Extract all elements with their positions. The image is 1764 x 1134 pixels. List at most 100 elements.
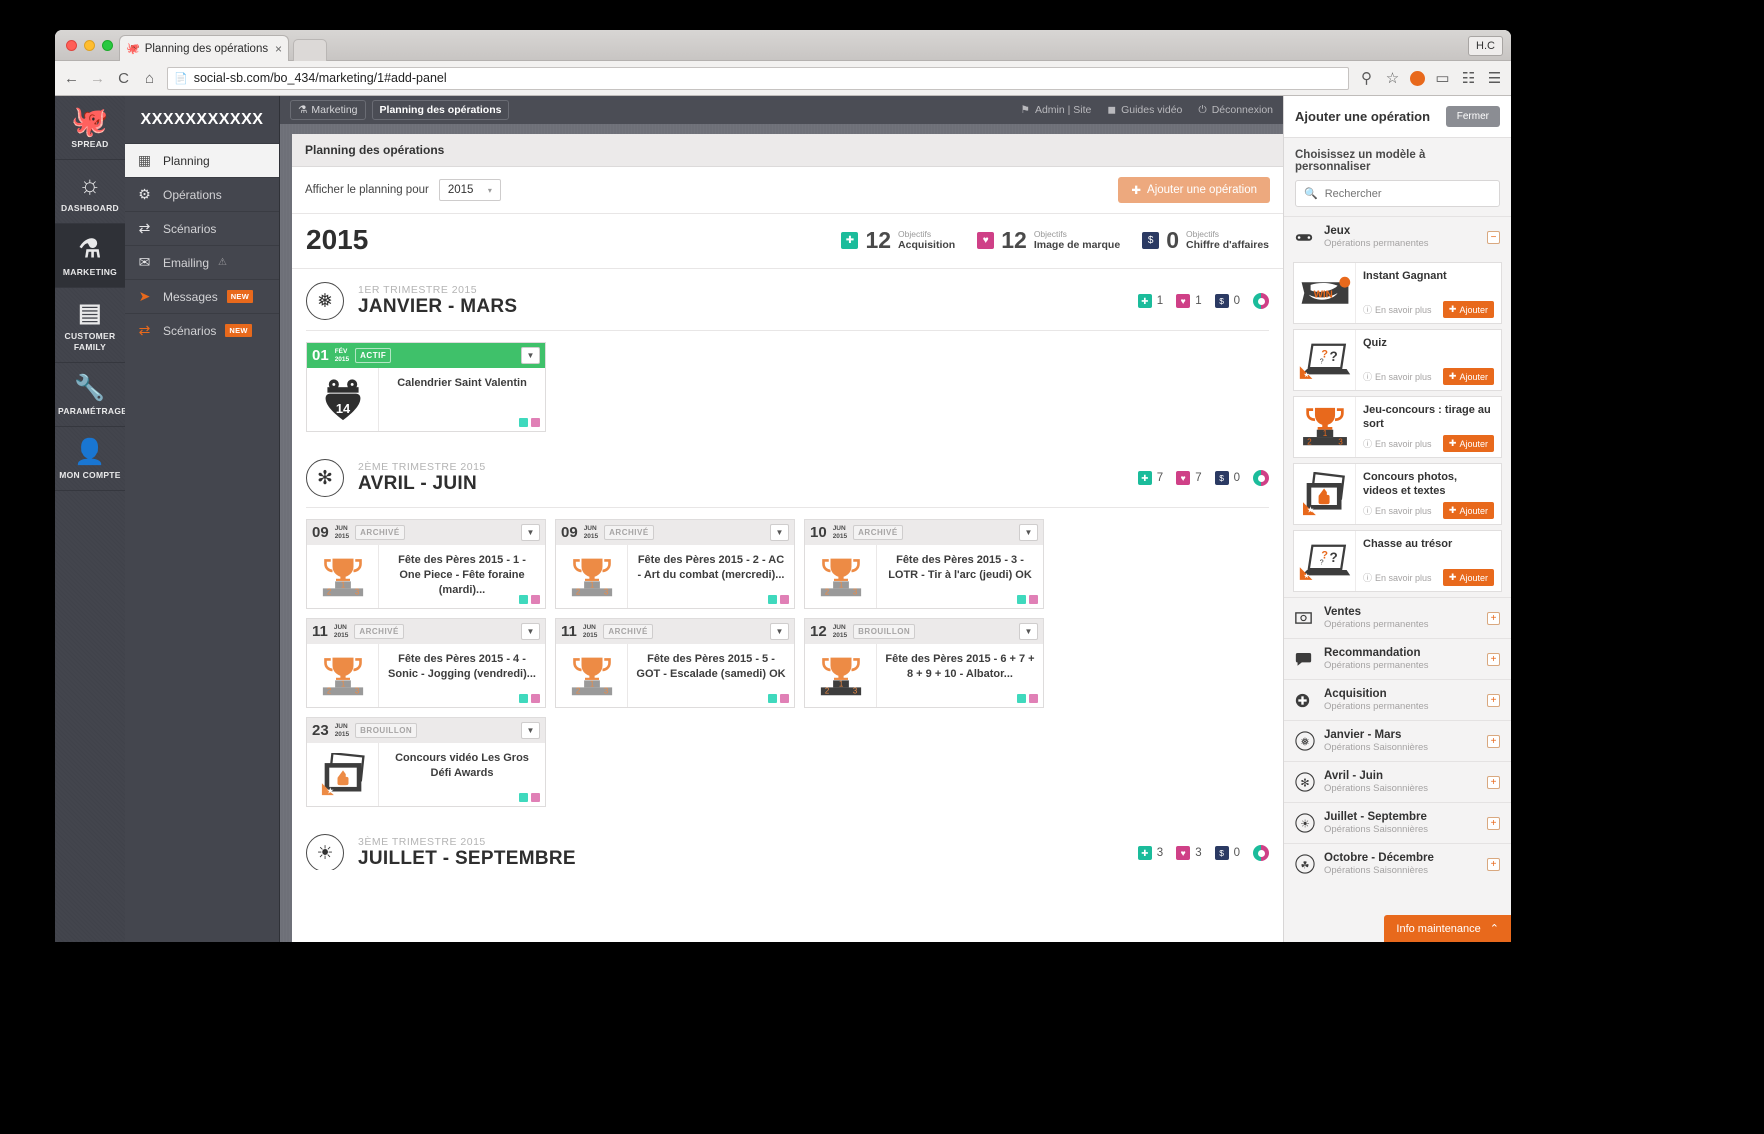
video-guides-link[interactable]: ◼ Guides vidéo — [1107, 104, 1182, 116]
card-menu-icon[interactable]: ▼ — [521, 722, 540, 739]
add-template-button[interactable]: ✚ Ajouter — [1442, 368, 1494, 385]
add-template-button[interactable]: ✚ Ajouter — [1442, 569, 1494, 586]
browser-tab[interactable]: 🐙 Planning des opérations × — [119, 35, 289, 61]
rail-item-parametrage[interactable]: 🔧 PARAMÉTRAGE — [55, 363, 127, 427]
breadcrumb-marketing[interactable]: ⚗ Marketing — [290, 100, 366, 120]
category-sub: Opérations permanentes — [1324, 619, 1429, 630]
operation-card[interactable]: 23 JUN 2015 BROUILLON ▼ ★ Concours vidéo… — [306, 717, 546, 807]
menu-item-scenarios-new[interactable]: ⇄ Scénarios NEW — [125, 313, 279, 347]
expand-icon[interactable]: + — [1487, 816, 1500, 830]
template-list[interactable]: Jeux Opérations permanentes − WIN Instan… — [1284, 216, 1511, 942]
operation-card[interactable]: 11 JUN 2015 ARCHIVÉ ▼ 1 2 3 Fête des Pèr… — [306, 618, 546, 708]
maintenance-banner[interactable]: Info maintenance ⌃ — [1384, 915, 1511, 942]
learn-more-link[interactable]: ⓘ En savoir plus — [1363, 437, 1432, 450]
template-card[interactable]: ★ Concours photos, videos et textes ⓘ En … — [1293, 463, 1502, 525]
menu-item-emailing[interactable]: ✉ Emailing ⚠ — [125, 245, 279, 279]
operation-card-header: 09 JUN 2015 ARCHIVÉ ▼ — [556, 520, 794, 545]
fireworks-icon: ✻ — [306, 459, 344, 497]
category-row[interactable]: ☘ Octobre - Décembre Opérations Saisonni… — [1284, 843, 1511, 884]
rail-item-mon-compte[interactable]: 👤 MON COMPTE — [55, 427, 125, 491]
card-menu-icon[interactable]: ▼ — [770, 623, 789, 640]
close-panel-button[interactable]: Fermer — [1445, 106, 1500, 127]
window-user-badge[interactable]: H.C — [1468, 36, 1503, 56]
operation-card[interactable]: 10 JUN 2015 ARCHIVÉ ▼ 1 2 3 Fête des Pèr… — [804, 519, 1044, 609]
category-row[interactable]: ❅ Janvier - Mars Opérations Saisonnières… — [1284, 720, 1511, 761]
add-template-button[interactable]: ✚ Ajouter — [1442, 435, 1494, 452]
browser-menu-icon[interactable]: ☰ — [1486, 69, 1503, 87]
collapse-icon[interactable]: − — [1487, 230, 1500, 244]
card-menu-icon[interactable]: ▼ — [770, 524, 789, 541]
card-menu-icon[interactable]: ▼ — [1019, 623, 1038, 640]
window-controls[interactable] — [66, 40, 113, 51]
card-menu-icon[interactable]: ▼ — [521, 347, 540, 364]
address-bar[interactable]: 📄 social-sb.com/bo_434/marketing/1#add-p… — [167, 66, 1349, 90]
template-card[interactable]: 1 2 3 Jeu-concours : tirage au sort ⓘ En … — [1293, 396, 1502, 458]
card-menu-icon[interactable]: ▼ — [521, 623, 540, 640]
template-card[interactable]: WIN Instant Gagnant ⓘ En savoir plus ✚ Ajo… — [1293, 262, 1502, 324]
svg-text:1: 1 — [589, 679, 593, 688]
operation-card[interactable]: 12 JUN 2015 BROUILLON ▼ 1 2 3 Fête des P… — [804, 618, 1044, 708]
rail-item-marketing[interactable]: ⚗ MARKETING — [55, 224, 125, 288]
template-search[interactable]: 🔍 — [1295, 180, 1500, 207]
cast-icon[interactable]: ▭ — [1434, 69, 1451, 87]
category-row[interactable]: ✻ Avril - Juin Opérations Saisonnières + — [1284, 761, 1511, 802]
minimize-window-button[interactable] — [84, 40, 95, 51]
expand-icon[interactable]: + — [1487, 775, 1500, 789]
category-row[interactable]: ☀ Juillet - Septembre Opérations Saisonn… — [1284, 802, 1511, 843]
extension-icon[interactable] — [1410, 70, 1425, 86]
card-menu-icon[interactable]: ▼ — [1019, 524, 1038, 541]
breadcrumb-planning[interactable]: Planning des opérations — [371, 100, 510, 120]
expand-icon[interactable]: + — [1487, 693, 1500, 707]
rail-item-customer-family[interactable]: ▤ CUSTOMER FAMILY — [55, 288, 125, 363]
expand-icon[interactable]: + — [1487, 611, 1500, 625]
template-card[interactable]: ? ? ? ★ Chasse au trésor ⓘ En savoir plus… — [1293, 530, 1502, 592]
new-tab-button[interactable] — [293, 39, 327, 61]
category-row[interactable]: Acquisition Opérations permanentes + — [1284, 679, 1511, 720]
template-card[interactable]: ? ? ? ★ Quiz ⓘ En savoir plus ✚ Ajouter — [1293, 329, 1502, 391]
menu-item-operations[interactable]: ⚙ Opérations — [125, 177, 279, 211]
category-jeux[interactable]: Jeux Opérations permanentes − — [1284, 216, 1511, 257]
menu-item-messages[interactable]: ➤ Messages NEW — [125, 279, 279, 313]
logout-link[interactable]: ⏻ Déconnexion — [1198, 104, 1273, 117]
expand-icon[interactable]: + — [1487, 857, 1500, 871]
donut-chart-icon — [1253, 293, 1269, 309]
category-row[interactable]: Recommandation Opérations permanentes + — [1284, 638, 1511, 679]
forward-icon[interactable]: → — [89, 70, 106, 87]
expand-icon[interactable]: + — [1487, 652, 1500, 666]
category-row[interactable]: Ventes Opérations permanentes + — [1284, 597, 1511, 638]
plus-icon: ✚ — [1448, 304, 1457, 314]
maximize-window-button[interactable] — [102, 40, 113, 51]
menu-item-planning[interactable]: ▦ Planning — [125, 143, 279, 177]
quarter-block: ☀ 3ÈME TRIMESTRE 2015 JUILLET - SEPTEMBR… — [292, 821, 1283, 870]
back-icon[interactable]: ← — [63, 70, 80, 87]
stat-value: 0 — [1233, 472, 1240, 484]
card-menu-icon[interactable]: ▼ — [521, 524, 540, 541]
learn-more-link[interactable]: ⓘ En savoir plus — [1363, 370, 1432, 383]
admin-site-link[interactable]: ⚑ Admin | Site — [1021, 104, 1092, 116]
operation-card[interactable]: 09 JUN 2015 ARCHIVÉ ▼ 1 2 3 Fête des Pèr… — [306, 519, 546, 609]
search-icon[interactable]: ⚲ — [1358, 69, 1375, 87]
operation-card[interactable]: 01 FÉV 2015 ACTIF ▼ 14 Calendrier Saint … — [306, 342, 546, 432]
add-template-button[interactable]: ✚ Ajouter — [1442, 301, 1494, 318]
learn-more-link[interactable]: ⓘ En savoir plus — [1363, 571, 1432, 584]
close-window-button[interactable] — [66, 40, 77, 51]
menu-item-scenarios[interactable]: ⇄ Scénarios — [125, 211, 279, 245]
close-icon[interactable]: × — [275, 42, 282, 56]
home-icon[interactable]: ⌂ — [141, 70, 158, 87]
bookmark-star-icon[interactable]: ☆ — [1384, 69, 1401, 87]
add-operation-button[interactable]: ✚ Ajouter une opération — [1118, 177, 1270, 203]
learn-more-link[interactable]: ⓘ En savoir plus — [1363, 303, 1432, 316]
quarters-scroll-area[interactable]: ❅ 1ER TRIMESTRE 2015 JANVIER - MARS ✚ 1 … — [292, 269, 1283, 870]
rail-item-dashboard[interactable]: ☼ DASHBOARD — [55, 160, 125, 224]
reload-icon[interactable]: C — [115, 70, 132, 87]
rail-item-spread[interactable]: 🐙 SPREAD — [55, 96, 125, 160]
learn-more-link[interactable]: ⓘ En savoir plus — [1363, 504, 1432, 517]
search-input[interactable] — [1324, 187, 1491, 200]
add-template-button[interactable]: ✚ Ajouter — [1442, 502, 1494, 519]
operation-card[interactable]: 09 JUN 2015 ARCHIVÉ ▼ 1 2 3 Fête des Pèr… — [555, 519, 795, 609]
year-select[interactable]: 2015 ▾ — [438, 179, 501, 201]
operation-card[interactable]: 11 JUN 2015 ARCHIVÉ ▼ 1 2 3 Fête des Pèr… — [555, 618, 795, 708]
extensions-icon[interactable]: ☷ — [1460, 69, 1477, 87]
expand-icon[interactable]: + — [1487, 734, 1500, 748]
svg-text:☀: ☀ — [1300, 819, 1310, 831]
